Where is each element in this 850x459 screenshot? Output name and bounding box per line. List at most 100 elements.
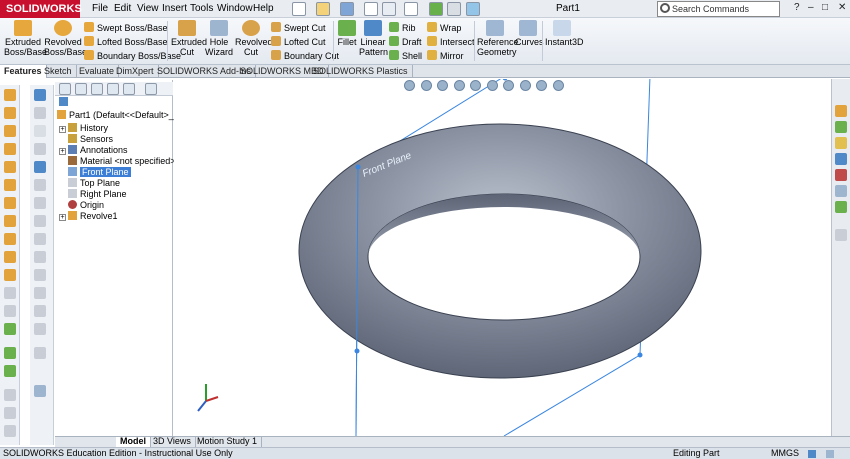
- polygon-icon[interactable]: [34, 233, 46, 245]
- intersect-button[interactable]: Intersect: [427, 36, 475, 48]
- pattern-icon[interactable]: [4, 233, 16, 245]
- tab-sketch[interactable]: Sketch: [40, 65, 77, 78]
- chamfer-icon[interactable]: [4, 347, 16, 359]
- lofted-cut-button[interactable]: Lofted Cut: [271, 36, 326, 48]
- minimize-button[interactable]: –: [808, 2, 814, 13]
- tree-item-annotations[interactable]: + Annotations: [59, 145, 128, 156]
- line-icon[interactable]: [34, 89, 46, 101]
- tree-item-origin[interactable]: Origin: [68, 200, 104, 211]
- extrude-icon[interactable]: [4, 107, 16, 119]
- file-properties-icon[interactable]: [447, 2, 461, 16]
- filter-icon[interactable]: [59, 97, 71, 108]
- print-icon[interactable]: [364, 2, 378, 16]
- ellipse-icon[interactable]: [34, 215, 46, 227]
- tab-3d-views[interactable]: 3D Views: [149, 437, 196, 447]
- view-palette-icon[interactable]: [835, 153, 847, 165]
- hole-icon[interactable]: [4, 197, 16, 209]
- view-orientation-icon[interactable]: [470, 80, 482, 91]
- previous-view-icon[interactable]: [437, 80, 449, 91]
- feature-manager-tab-icon[interactable]: [59, 83, 71, 95]
- menu-help[interactable]: Help: [253, 3, 274, 14]
- mirror-button[interactable]: Mirror: [427, 50, 464, 62]
- mirror-tool-icon[interactable]: [4, 251, 16, 263]
- units-selector[interactable]: MMGS: [771, 448, 799, 459]
- menu-view[interactable]: View: [137, 3, 159, 14]
- dimxpert-manager-tab-icon[interactable]: [107, 83, 119, 95]
- tree-item-top-plane[interactable]: Top Plane: [68, 178, 120, 189]
- swept-boss-button[interactable]: Swept Boss/Base: [84, 22, 168, 34]
- boundary-cut-button[interactable]: Boundary Cut: [271, 50, 339, 62]
- extruded-cut-button[interactable]: Extruded Cut: [171, 20, 207, 57]
- loft-icon[interactable]: [4, 143, 16, 155]
- maximize-button[interactable]: □: [822, 2, 828, 13]
- rib-button[interactable]: Rib: [389, 22, 416, 34]
- sweep-icon[interactable]: [4, 161, 16, 173]
- plane-handle[interactable]: [355, 164, 361, 170]
- offset-icon[interactable]: [34, 287, 46, 299]
- edit-appearance-icon[interactable]: [519, 80, 531, 91]
- display-style-icon[interactable]: [486, 80, 498, 91]
- revolve-icon[interactable]: [4, 125, 16, 137]
- layout-icon[interactable]: [4, 425, 16, 437]
- custom-properties-icon[interactable]: [835, 185, 847, 197]
- app-logo[interactable]: SOLIDWORKS: [0, 0, 82, 18]
- select-cursor-icon[interactable]: [404, 2, 418, 16]
- search-input[interactable]: Search Commands: [657, 1, 780, 17]
- view-settings-icon[interactable]: [552, 80, 564, 91]
- plane-handle[interactable]: [637, 352, 643, 358]
- swept-cut-button[interactable]: Swept Cut: [271, 22, 326, 34]
- resources-icon[interactable]: [835, 105, 847, 117]
- shell-button[interactable]: Shell: [389, 50, 422, 62]
- tree-item-history[interactable]: + History: [59, 123, 108, 134]
- cut-icon[interactable]: [4, 179, 16, 191]
- spline-icon[interactable]: [34, 197, 46, 209]
- expand-icon[interactable]: +: [59, 214, 66, 221]
- menu-file[interactable]: File: [92, 3, 108, 14]
- draft-tool-icon[interactable]: [4, 287, 16, 299]
- tree-item-front-plane[interactable]: Front Plane: [68, 167, 131, 178]
- curves-button[interactable]: Curves: [515, 20, 544, 47]
- fillet-button[interactable]: Fillet: [336, 20, 358, 47]
- configuration-manager-tab-icon[interactable]: [91, 83, 103, 95]
- section-icon[interactable]: [4, 407, 16, 419]
- open-folder-icon[interactable]: [316, 2, 330, 16]
- text-a-icon[interactable]: [34, 161, 46, 173]
- rib-tool-icon[interactable]: [4, 269, 16, 281]
- smart-dimension-icon[interactable]: [4, 89, 16, 101]
- menu-tools[interactable]: Tools: [190, 3, 213, 14]
- grid-icon[interactable]: [34, 385, 46, 397]
- tree-item-right-plane[interactable]: Right Plane: [68, 189, 127, 200]
- save-icon[interactable]: [340, 2, 354, 16]
- tab-plastics[interactable]: SOLIDWORKS Plastics: [309, 65, 413, 78]
- point-icon[interactable]: [34, 251, 46, 263]
- extruded-boss-button[interactable]: Extruded Boss/Base: [4, 20, 47, 57]
- curve-tool-icon[interactable]: [4, 365, 16, 377]
- file-explorer-icon[interactable]: [835, 137, 847, 149]
- draft-button[interactable]: Draft: [389, 36, 422, 48]
- view-icon[interactable]: [4, 389, 16, 401]
- menu-edit[interactable]: Edit: [114, 3, 131, 14]
- revolved-boss-button[interactable]: Revolved Boss/Base: [44, 20, 87, 57]
- options-gear-icon[interactable]: [466, 2, 480, 16]
- expand-panel-icon[interactable]: [145, 83, 157, 95]
- zoom-to-area-icon[interactable]: [420, 80, 432, 91]
- linear-pattern-button[interactable]: Linear Pattern: [359, 20, 388, 57]
- plane-handle[interactable]: [354, 348, 360, 354]
- tree-item-sensors[interactable]: Sensors: [68, 134, 113, 145]
- graphics-area[interactable]: Front Plane: [174, 79, 830, 436]
- hole-wizard-button[interactable]: Hole Wizard: [204, 20, 234, 57]
- forum-icon[interactable]: [835, 201, 847, 213]
- menu-insert[interactable]: Insert: [162, 3, 187, 14]
- display-manager-tab-icon[interactable]: [123, 83, 135, 95]
- arc-icon[interactable]: [34, 179, 46, 191]
- rebuild-status-icon[interactable]: [808, 450, 816, 458]
- apply-scene-icon[interactable]: [536, 80, 548, 91]
- expand-icon[interactable]: +: [59, 126, 66, 133]
- hide-show-items-icon[interactable]: [503, 80, 515, 91]
- fillet-tool-icon[interactable]: [4, 323, 16, 335]
- rebuild-icon[interactable]: [429, 2, 443, 16]
- revolved-cut-button[interactable]: Revolved Cut: [235, 20, 273, 57]
- shell-tool-icon[interactable]: [4, 215, 16, 227]
- tab-model[interactable]: Model: [116, 437, 151, 447]
- tree-item-material[interactable]: Material <not specified>: [68, 156, 176, 167]
